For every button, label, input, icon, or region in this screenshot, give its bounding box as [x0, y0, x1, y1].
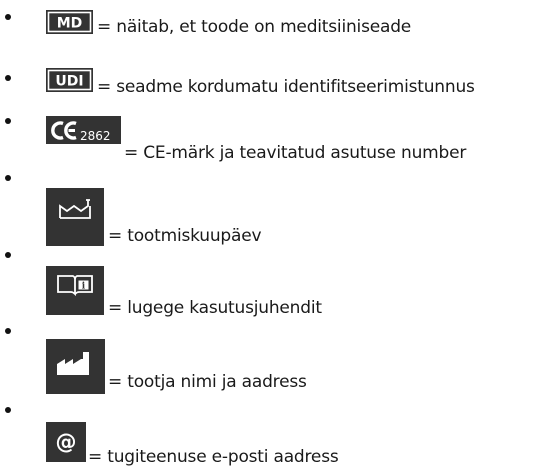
bullet — [5, 75, 11, 81]
bullet — [5, 118, 11, 124]
svg-text:2862: 2862 — [80, 129, 111, 143]
instructions-for-use-description: = lugege kasutusjuhendit — [108, 298, 322, 318]
svg-text:MD: MD — [57, 16, 83, 32]
email-icon: @ — [46, 422, 86, 462]
ce-mark-icon: 2862 — [46, 116, 121, 144]
bullet — [5, 252, 11, 258]
date-of-manufacture-description: = tootmiskuupäev — [108, 226, 262, 246]
ce-mark-description: = CE-märk ja teavitatud asutuse number — [124, 143, 467, 163]
md-icon: MD — [46, 10, 93, 34]
instructions-for-use-icon: i — [46, 266, 104, 315]
bullet — [5, 175, 11, 181]
manufacturer-icon — [46, 339, 105, 394]
bullet — [5, 407, 11, 413]
svg-text:@: @ — [56, 430, 77, 454]
bullet — [5, 14, 11, 20]
udi-description: = seadme kordumatu identifitseerimistunn… — [97, 77, 475, 97]
svg-text:UDI: UDI — [55, 74, 83, 90]
email-description: = tugiteenuse e-posti aadress — [88, 447, 339, 467]
md-description: = näitab, et toode on meditsiiniseade — [97, 17, 412, 37]
manufacturer-description: = tootja nimi ja aadress — [108, 372, 307, 392]
bullet — [5, 328, 11, 334]
udi-icon: UDI — [46, 68, 93, 92]
svg-text:i: i — [82, 282, 86, 292]
date-of-manufacture-icon — [46, 188, 104, 246]
